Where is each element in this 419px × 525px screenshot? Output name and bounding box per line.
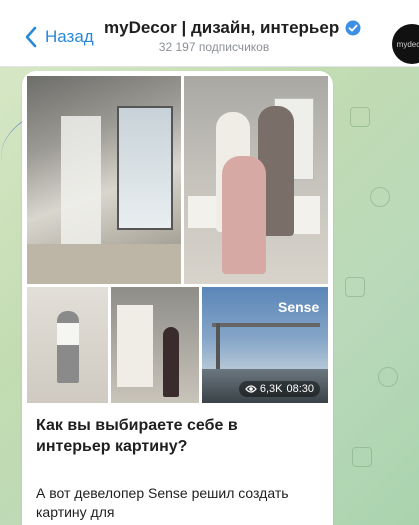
subscriber-count: 32 197 подписчиков <box>158 40 270 54</box>
photo-person <box>163 327 179 397</box>
channel-info[interactable]: myDecor | дизайн, интерьер 32 197 подпис… <box>104 18 374 54</box>
photo-person <box>57 311 79 383</box>
back-label: Назад <box>45 27 94 46</box>
photo-canvas <box>117 305 153 387</box>
back-button[interactable]: Назад <box>24 24 94 50</box>
photo-studio-interior[interactable] <box>27 76 181 284</box>
verified-badge-icon <box>345 20 361 36</box>
photo-person <box>222 156 266 274</box>
post-card: Sense 6,3K 08:30 Как вы выбираете себе в… <box>22 71 333 525</box>
video-views: 6,3K <box>259 383 283 395</box>
chevron-left-icon <box>25 26 37 48</box>
channel-name: myDecor | дизайн, интерьер <box>104 18 340 37</box>
photo-window <box>117 106 173 230</box>
background-doodle <box>378 367 398 387</box>
photo-crane-arm <box>212 323 320 327</box>
background-doodle <box>370 187 390 207</box>
eye-icon <box>244 385 257 393</box>
photo-shirt <box>57 323 79 345</box>
background-doodle <box>350 107 370 127</box>
photo-floor <box>27 244 181 284</box>
chat-header: Назад myDecor | дизайн, интерьер 32 197 … <box>0 0 419 67</box>
photo-woman-painting[interactable] <box>111 287 199 403</box>
photo-sign-text: Sense <box>278 299 320 315</box>
post-body: А вот девелопер Sense решил создать карт… <box>36 485 289 520</box>
video-info-badge: 6,3K 08:30 <box>238 381 320 397</box>
post-title: Как вы выбираете себе в интерьер картину… <box>36 417 238 455</box>
video-thumbnail[interactable]: Sense 6,3K 08:30 <box>202 287 328 403</box>
background-doodle <box>345 277 365 297</box>
video-duration: 08:30 <box>286 383 314 395</box>
channel-avatar[interactable]: mydecor <box>392 24 419 64</box>
background-doodle <box>352 447 372 467</box>
avatar-text: mydecor <box>396 39 419 49</box>
photo-man-with-canvas[interactable] <box>27 287 108 403</box>
photo-artists-group[interactable] <box>184 76 328 284</box>
channel-title: myDecor | дизайн, интерьер <box>104 18 374 38</box>
